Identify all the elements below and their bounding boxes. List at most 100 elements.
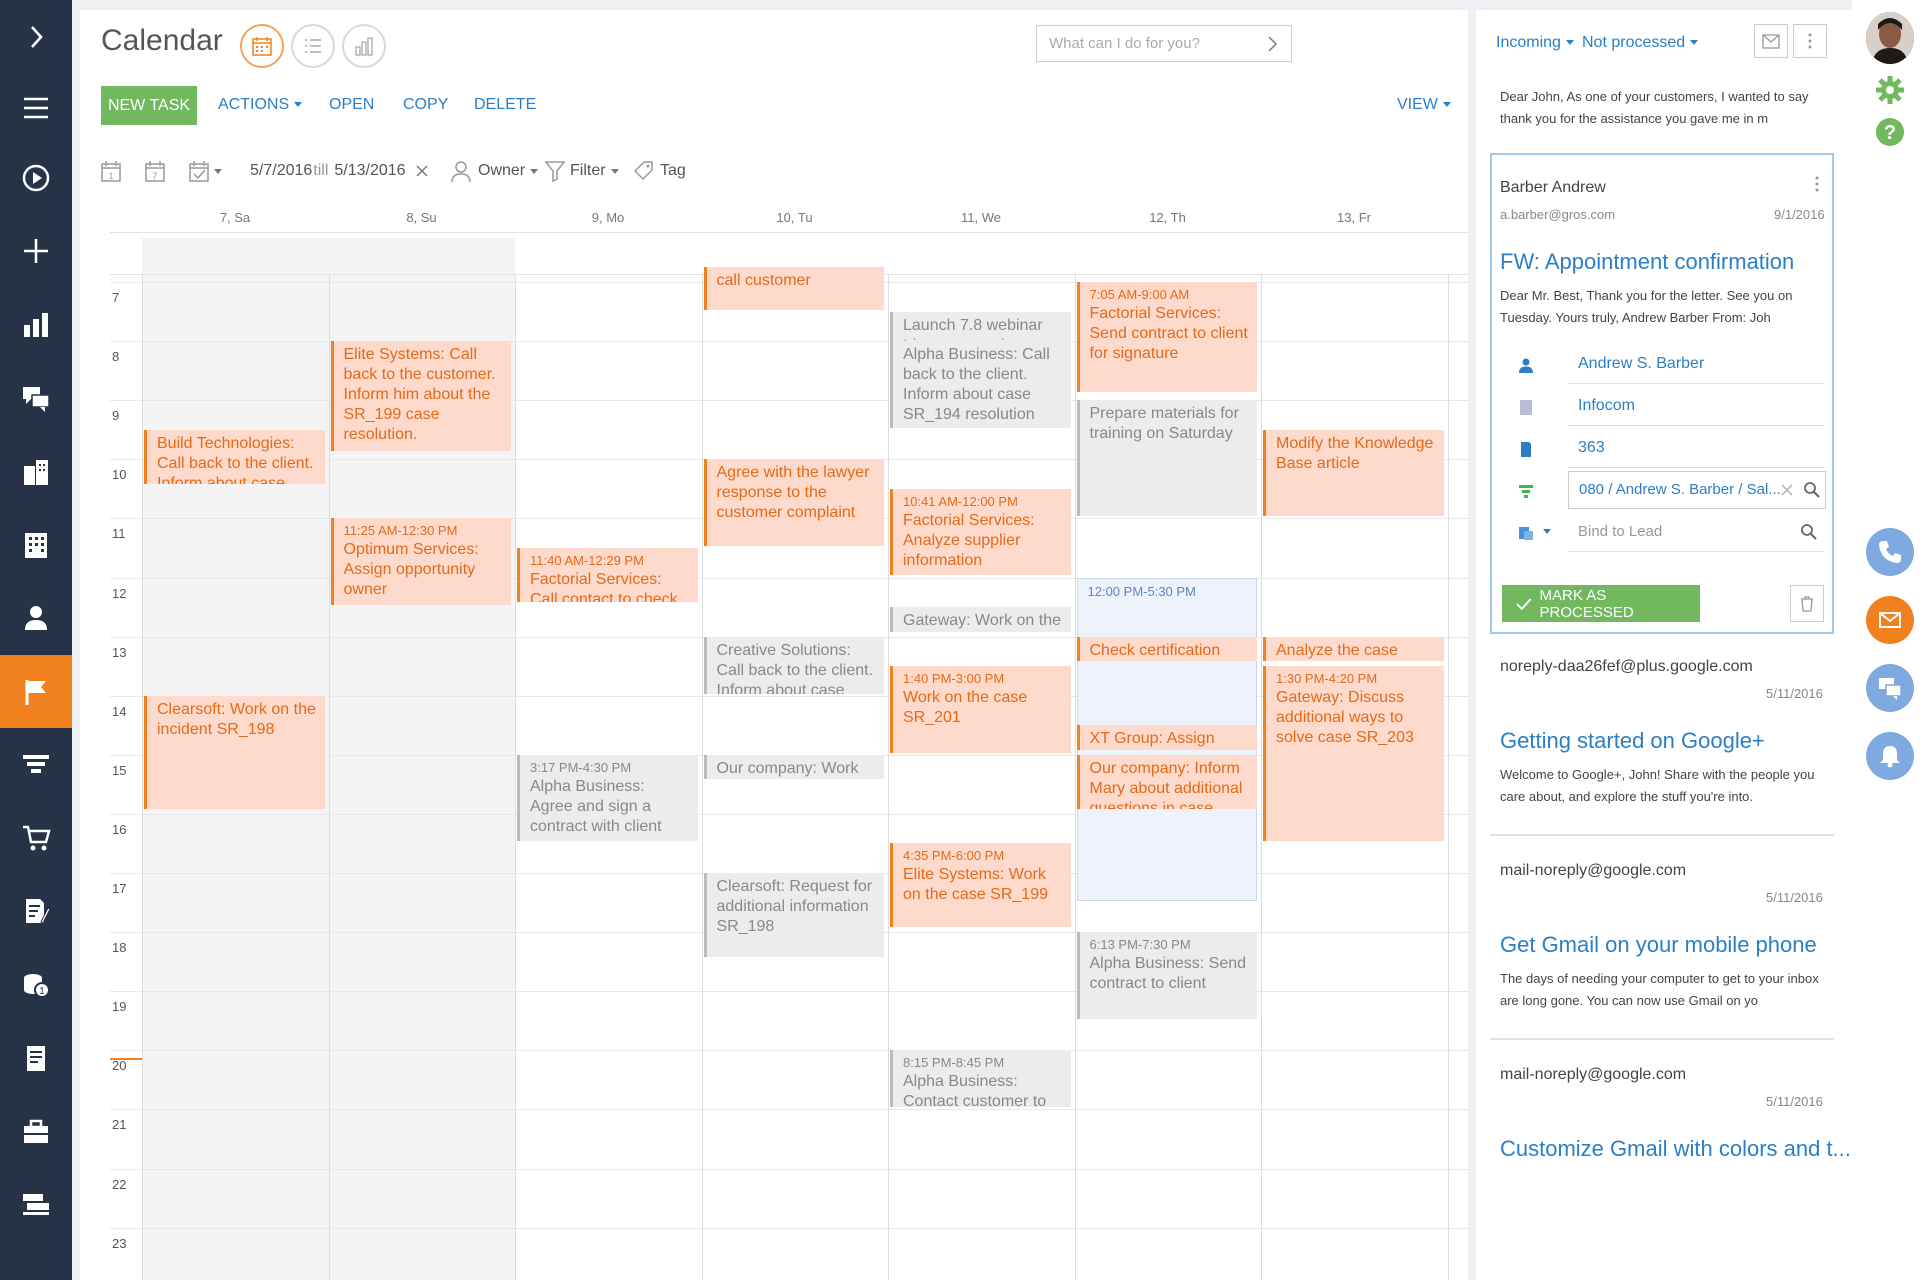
card-subject[interactable]: FW: Appointment confirmation: [1500, 249, 1794, 275]
nav-dashboards[interactable]: [0, 288, 72, 361]
nav-menu[interactable]: [0, 71, 72, 144]
owner-filter[interactable]: Owner: [450, 156, 539, 186]
email-button[interactable]: [1866, 596, 1914, 644]
day-header[interactable]: 11, We: [888, 210, 1074, 225]
analytics-view-button[interactable]: [342, 24, 386, 68]
number-link[interactable]: 363: [1578, 439, 1605, 457]
nav-documents[interactable]: [0, 1021, 72, 1094]
email-1-subject[interactable]: Getting started on Google+: [1500, 728, 1765, 754]
calendar-event[interactable]: 11:40 AM-12:29 PM Factorial Services: Cal…: [517, 547, 698, 603]
day-header[interactable]: 7, Sa: [142, 210, 328, 225]
mark-as-processed-button[interactable]: MARK AS PROCESSED: [1502, 585, 1700, 622]
more-vertical-icon[interactable]: [1814, 175, 1820, 193]
case-link[interactable]: 080 / Andrew S. Barber / Sal...: [1579, 481, 1781, 498]
calendar-event[interactable]: Clearsoft: Work on the incident SR_198: [144, 695, 325, 809]
nav-feed[interactable]: [0, 362, 72, 435]
calendar-event[interactable]: Our company: Inform Mary about additiona…: [1076, 754, 1257, 809]
email-2-subject[interactable]: Get Gmail on your mobile phone: [1500, 932, 1817, 958]
custom-period-icon[interactable]: [188, 159, 210, 183]
calendar-event[interactable]: Alpha Business: Call back to the client.…: [890, 341, 1071, 428]
email-2-sender[interactable]: mail-noreply@google.com: [1500, 862, 1686, 880]
open-button[interactable]: OPEN: [329, 96, 374, 114]
calendar-event[interactable]: Check certification cases: [1076, 636, 1257, 662]
calendar-event[interactable]: 1:40 PM-3:00 PM Work on the case SR_201: [890, 666, 1071, 753]
calendar-event[interactable]: 8:15 PM-8:45 PM Alpha Business: Contact c…: [890, 1050, 1071, 1108]
calendar-event[interactable]: 1:30 PM-4:20 PM Gateway: Discuss addition…: [1263, 666, 1444, 842]
nav-orders[interactable]: [0, 801, 72, 874]
date-range[interactable]: 5/7/2016 till 5/13/2016: [250, 156, 429, 186]
calendar-event[interactable]: XT Group: Assign: [1076, 725, 1257, 750]
tag-button[interactable]: Tag: [632, 156, 686, 186]
clear-icon[interactable]: [1781, 484, 1793, 496]
panel-menu-button[interactable]: [1793, 24, 1827, 58]
calendar-event[interactable]: Agree with the lawyer response to the cu…: [703, 459, 884, 546]
user-avatar[interactable]: [1866, 12, 1914, 64]
nav-organizations[interactable]: [0, 508, 72, 581]
calendar-event[interactable]: Modify the Knowledge Base article: [1263, 429, 1444, 517]
day-header[interactable]: 13, Fr: [1261, 210, 1447, 225]
delete-email-button[interactable]: [1790, 585, 1824, 622]
not-processed-dropdown[interactable]: Not processed: [1582, 34, 1699, 52]
nav-accounts[interactable]: [0, 435, 72, 508]
calendar-event[interactable]: 7:05 AM-9:00 AM Factorial Services: Send …: [1076, 282, 1257, 393]
phone-button[interactable]: [1866, 528, 1914, 576]
calendar-event[interactable]: Elite Systems: Call back to the customer…: [330, 341, 511, 452]
view-menu-button[interactable]: VIEW: [1397, 96, 1451, 114]
nav-leads[interactable]: [0, 728, 72, 801]
calendar-event[interactable]: Our company: Work on: [703, 754, 884, 780]
actions-menu-button[interactable]: ACTIONS: [218, 96, 303, 114]
calendar-event[interactable]: Creative Solutions: Call back to the cli…: [703, 636, 884, 694]
day-header[interactable]: 8, Su: [329, 210, 515, 225]
caret-down-icon[interactable]: [1543, 529, 1551, 534]
help-icon[interactable]: ?: [1874, 116, 1906, 148]
notifications-button[interactable]: [1866, 732, 1914, 780]
clear-icon[interactable]: [415, 164, 429, 178]
search-icon[interactable]: [1800, 523, 1818, 541]
calendar-event[interactable]: Analyze the case: [1263, 636, 1444, 662]
list-view-button[interactable]: [291, 24, 335, 68]
calendar-event[interactable]: call customer: [703, 267, 884, 310]
bind-to-lead-input[interactable]: Bind to Lead: [1578, 523, 1662, 540]
day-calendar-icon[interactable]: 1: [100, 159, 122, 183]
selected-email-card[interactable]: Barber Andrew a.barber@gros.com 9/1/2016…: [1490, 153, 1834, 634]
caret-down-icon[interactable]: [214, 168, 222, 174]
nav-invoices[interactable]: 1: [0, 948, 72, 1021]
delete-button[interactable]: DELETE: [474, 96, 536, 114]
command-search-input[interactable]: What can I do for you?: [1036, 25, 1292, 62]
calendar-view-button[interactable]: [240, 24, 284, 68]
calendar-event[interactable]: Clearsoft: Request for additional inform…: [703, 873, 884, 957]
copy-button[interactable]: COPY: [403, 96, 448, 114]
search-icon[interactable]: [1803, 481, 1821, 499]
expand-nav-button[interactable]: [0, 0, 72, 73]
week-calendar-icon[interactable]: 7: [144, 159, 166, 183]
case-lookup-field[interactable]: 080 / Andrew S. Barber / Sal...: [1568, 471, 1826, 509]
day-header[interactable]: 10, Tu: [702, 210, 888, 225]
day-header[interactable]: 9, Mo: [515, 210, 701, 225]
calendar-event[interactable]: Prepare materials for training on Saturd…: [1076, 400, 1257, 517]
filter-button[interactable]: Filter: [544, 156, 619, 186]
new-task-button[interactable]: NEW TASK: [101, 86, 197, 125]
calendar-event[interactable]: Gateway: Work on the: [890, 607, 1071, 632]
calendar-event[interactable]: 6:13 PM-7:30 PM Alpha Business: Send cont…: [1076, 932, 1257, 1019]
contact-link[interactable]: Andrew S. Barber: [1578, 355, 1704, 373]
nav-add[interactable]: [0, 214, 72, 287]
nav-contacts[interactable]: [0, 581, 72, 654]
calendar-event[interactable]: 10:41 AM-12:00 PM Factorial Services: Ana…: [890, 488, 1071, 576]
incoming-dropdown[interactable]: Incoming: [1496, 34, 1574, 52]
day-header[interactable]: 12, Th: [1075, 210, 1261, 225]
nav-processes[interactable]: [0, 141, 72, 214]
email-3-subject[interactable]: Customize Gmail with colors and t...: [1500, 1136, 1851, 1162]
gear-icon[interactable]: [1874, 74, 1906, 106]
nav-contracts[interactable]: [0, 874, 72, 947]
nav-activities[interactable]: [0, 655, 72, 728]
chat-button[interactable]: [1866, 664, 1914, 712]
email-1-sender[interactable]: noreply-daa26fef@plus.google.com: [1500, 658, 1753, 676]
chevron-right-icon[interactable]: [1263, 33, 1281, 55]
new-email-button[interactable]: [1754, 24, 1788, 58]
calendar-event[interactable]: 11:25 AM-12:30 PM Optimum Services: Assig…: [330, 518, 511, 606]
calendar-event[interactable]: Build Technologies: Call back to the cli…: [144, 429, 325, 484]
nav-system[interactable]: [0, 1167, 72, 1240]
email-3-sender[interactable]: mail-noreply@google.com: [1500, 1066, 1686, 1084]
calendar-event[interactable]: 4:35 PM-6:00 PM Elite Systems: Work on th…: [890, 843, 1071, 928]
calendar-event[interactable]: 3:17 PM-4:30 PM Alpha Business: Agree and…: [517, 754, 698, 842]
